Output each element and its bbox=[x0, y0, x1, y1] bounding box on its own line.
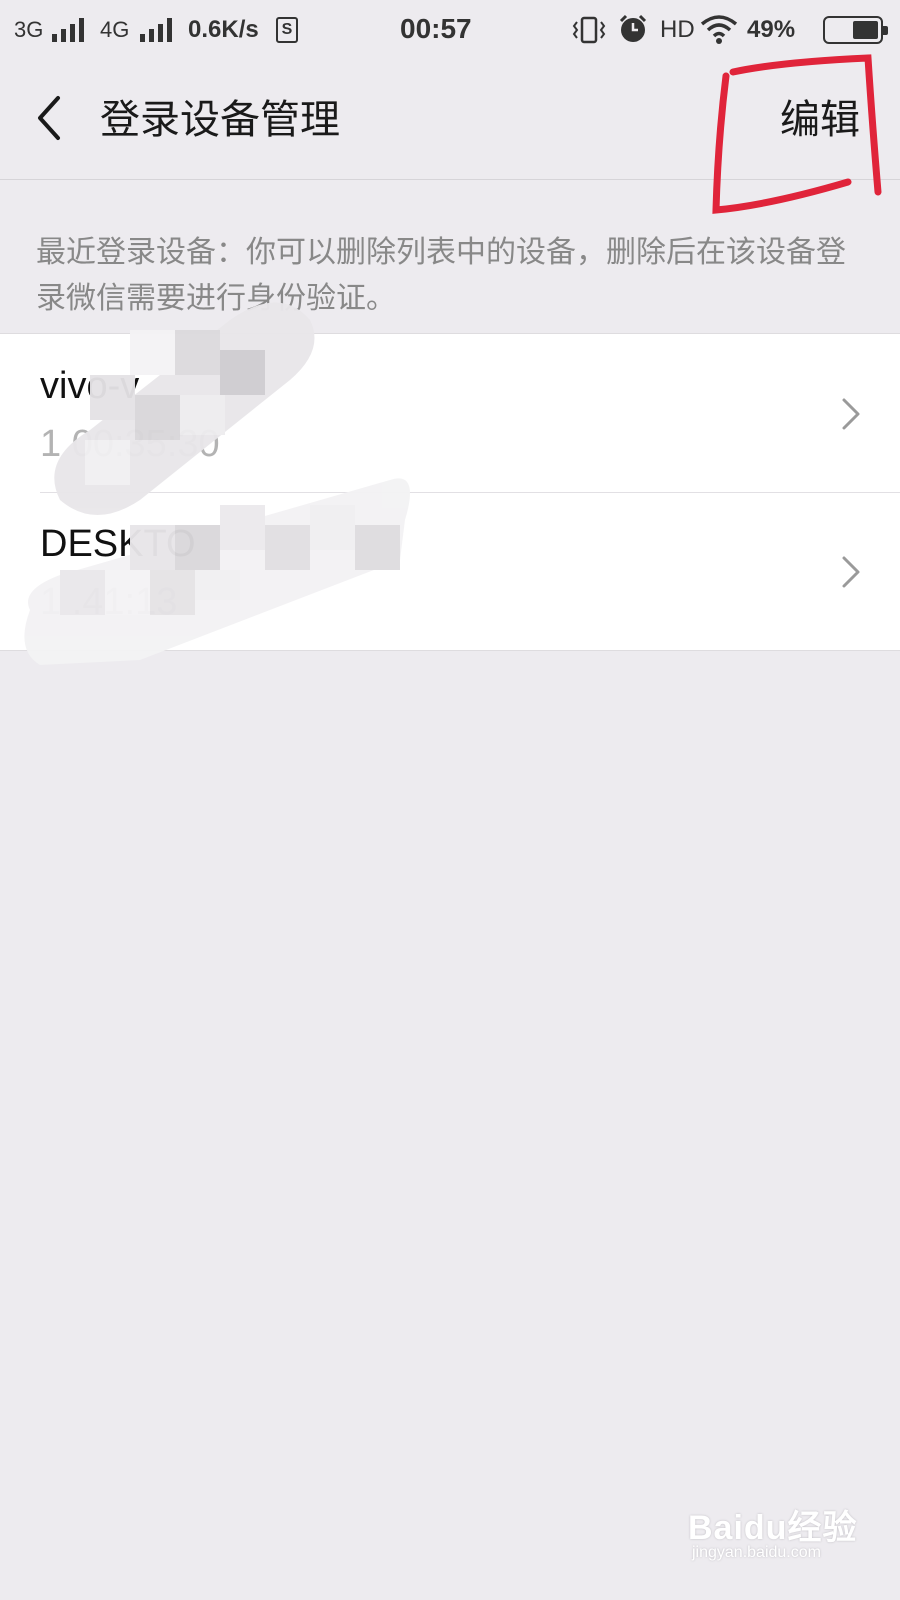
hd-indicator: HD bbox=[660, 16, 695, 43]
status-bar: 3G 4G 0.6K/s S 00:57 HD 49% bbox=[0, 0, 900, 60]
chevron-right-icon bbox=[842, 556, 860, 588]
page-title: 登录设备管理 bbox=[100, 97, 340, 143]
device-login-time: 1 .41:13 bbox=[40, 581, 178, 623]
hint-text: 最近登录设备：你可以删除列表中的设备，删除后在该设备登录微信需要进行身份验证。 bbox=[36, 235, 846, 316]
watermark-brand: Baidu经验 bbox=[688, 1509, 858, 1547]
network-type-1: 3G bbox=[14, 17, 44, 42]
back-button[interactable] bbox=[30, 88, 90, 152]
chevron-left-icon bbox=[38, 96, 60, 140]
device-list: vivo-v 1 00:35:30 DESKTO 1 .41:13 bbox=[0, 333, 900, 651]
sim-badge-icon: S bbox=[276, 17, 298, 43]
signal-icon bbox=[140, 18, 174, 42]
network-speed: 0.6K/s bbox=[188, 16, 259, 43]
device-row[interactable]: vivo-v 1 00:35:30 bbox=[0, 334, 900, 492]
watermark-url: jingyan.baidu.com bbox=[692, 1544, 821, 1561]
device-name: vivo-v bbox=[40, 365, 140, 407]
title-bar: 登录设备管理 编辑 bbox=[0, 60, 900, 180]
device-row[interactable]: DESKTO 1 .41:13 bbox=[0, 492, 900, 650]
device-login-time: 1 00:35:30 bbox=[40, 423, 220, 465]
chevron-right-icon bbox=[842, 398, 860, 430]
network-type-2: 4G bbox=[100, 17, 130, 42]
alarm-icon bbox=[619, 14, 647, 42]
edit-button[interactable]: 编辑 bbox=[780, 96, 860, 144]
battery-icon bbox=[823, 16, 888, 44]
wifi-icon bbox=[700, 15, 738, 44]
clock: 00:57 bbox=[400, 13, 472, 44]
battery-level bbox=[853, 21, 878, 39]
signal-icon bbox=[52, 18, 86, 42]
vibrate-icon bbox=[572, 16, 606, 44]
battery-percent: 49% bbox=[747, 16, 796, 43]
device-name: DESKTO bbox=[40, 523, 196, 565]
watermark: Baidu经验 jingyan.baidu.com bbox=[688, 1490, 868, 1570]
